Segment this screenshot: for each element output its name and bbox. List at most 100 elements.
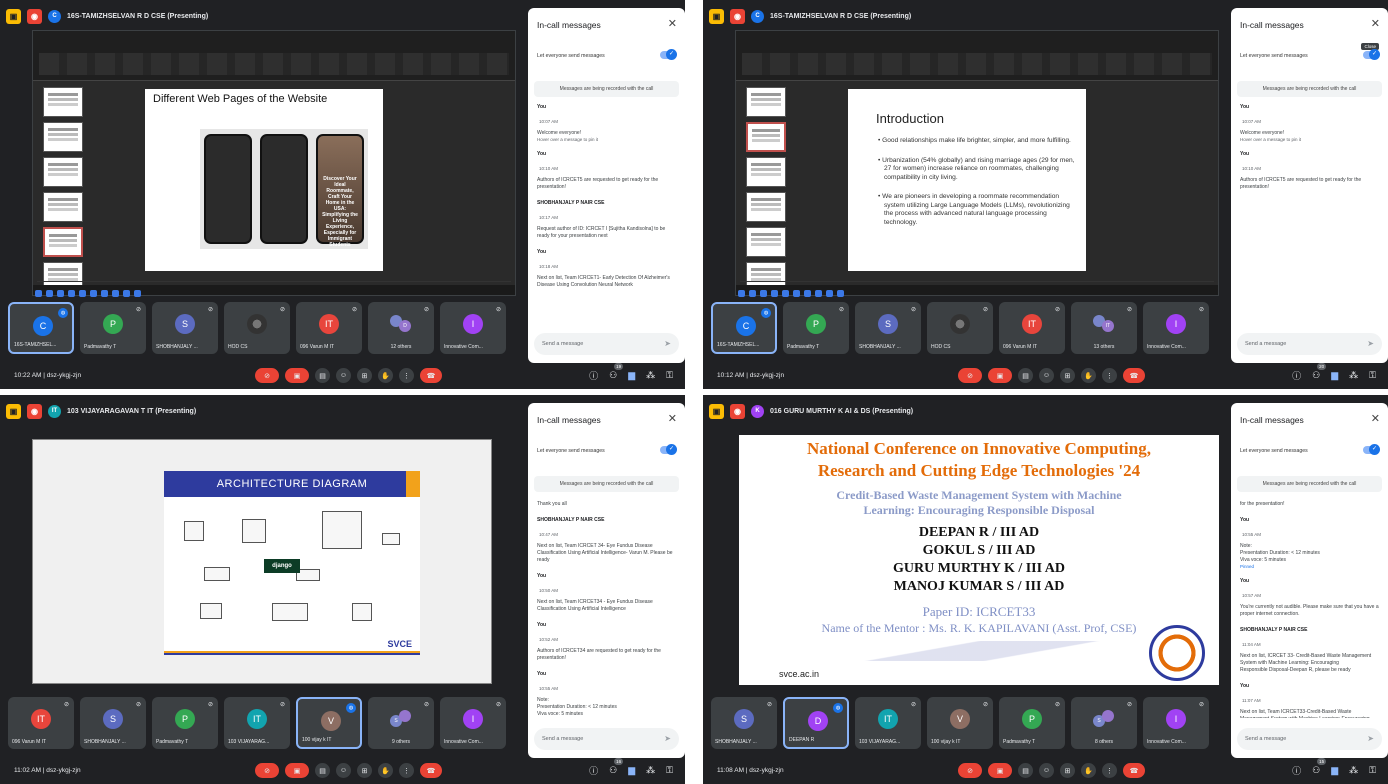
chat-message[interactable]: You 10:50 AM Next on list, Team ICRCET34 -… [537,573,678,613]
everyone-send-toggle[interactable] [660,444,677,455]
chat-message[interactable]: You 10:18 AM Next on list, Team ICRCET1- E… [537,249,678,289]
taskbar-app-icon[interactable] [57,290,64,297]
participant-tile[interactable]: ⊘ IT 096 Varun M IT [296,302,362,354]
present-icon[interactable]: ⊞ [1060,763,1075,778]
taskbar-app-icon[interactable] [123,290,130,297]
leave-call-icon[interactable]: ☎ [1123,368,1145,383]
host-controls-icon[interactable]: ⚿ [1369,765,1376,776]
people-icon[interactable]: ⚇ 16 [609,758,624,776]
mic-off-icon[interactable]: ⊘ [958,368,982,383]
host-controls-icon[interactable]: ⚿ [1369,370,1376,381]
emoji-icon[interactable]: ☺ [336,368,351,383]
send-icon[interactable]: ➤ [1367,734,1374,743]
mic-off-icon[interactable]: ⊘ [255,763,279,778]
chat-icon[interactable]: ▆ [1331,370,1338,381]
participant-tile[interactable]: ◍ D DEEPAN R [783,697,849,749]
chat-message[interactable]: Thank you all [537,501,678,508]
activities-icon[interactable]: ⁂ [646,765,655,776]
present-icon[interactable]: ⊞ [1060,368,1075,383]
chat-message[interactable]: SHOBHANJALY P NAIR CSE 10:17 AM Request au… [537,200,678,240]
participant-tile[interactable]: ⊘ S SHOBHANJALY ... [80,697,146,749]
camera-off-icon[interactable]: ▣ [285,763,309,778]
slide-thumbnail[interactable] [746,192,786,222]
more-options-icon[interactable]: ⋮ [1102,368,1117,383]
chat-message[interactable]: SHOBHANJALY P NAIR CSE 10:47 AM Next on li… [537,517,678,564]
emoji-icon[interactable]: ☺ [1039,763,1054,778]
people-icon[interactable]: ⚇ 19 [609,363,624,381]
slide-thumbnail[interactable] [43,87,83,117]
participant-tile[interactable]: ⊘ D 12 others [368,302,434,354]
chat-message[interactable]: You 10:10 AM Authors of ICRCET5 are reques… [1240,151,1381,191]
everyone-send-toggle[interactable] [660,49,677,60]
taskbar-app-icon[interactable] [826,290,833,297]
message-input[interactable]: Send a message ➤ [534,728,679,750]
taskbar-app-icon[interactable] [112,290,119,297]
taskbar-app-icon[interactable] [760,290,767,297]
chat-message[interactable]: You 10:57 AM You're currently not audible.… [1240,578,1381,618]
message-input[interactable]: Send a message ➤ [1237,333,1382,355]
people-icon[interactable]: ⚇ 20 [1312,363,1327,381]
chat-icon[interactable]: ▆ [628,370,635,381]
chat-message[interactable]: You 10:55 AM Note: Presentation Duration: … [537,671,678,718]
taskbar-app-icon[interactable] [35,290,42,297]
participant-tile[interactable]: ⊘ I Innovative Com... [440,302,506,354]
present-icon[interactable]: ⊞ [357,763,372,778]
participant-tile[interactable]: ⊘ HOD CS [927,302,993,354]
activities-icon[interactable]: ⁂ [646,370,655,381]
captions-icon[interactable]: ▤ [315,763,330,778]
taskbar-app-icon[interactable] [90,290,97,297]
taskbar-app-icon[interactable] [134,290,141,297]
participant-tile[interactable]: ⊘ P Padmavathy T [152,697,218,749]
captions-icon[interactable]: ▤ [315,368,330,383]
close-icon[interactable]: ✕ [668,17,677,30]
participant-tile[interactable]: ⊘ S 9 others [368,697,434,749]
chat-message[interactable]: You 10:52 AM Authors of ICRCET34 are reque… [537,622,678,662]
participant-tile[interactable]: ⊘ P Padmavathy T [999,697,1065,749]
send-icon[interactable]: ➤ [664,339,671,348]
taskbar-app-icon[interactable] [793,290,800,297]
participant-tile[interactable]: ⊘ IT 096 Varun M IT [999,302,1065,354]
close-icon[interactable]: ✕ [1371,17,1380,30]
camera-off-icon[interactable]: ▣ [988,763,1012,778]
raise-hand-icon[interactable]: ✋ [378,763,393,778]
chat-message[interactable]: You 10:07 AM Welcome everyone! Hover over a… [1240,104,1381,142]
message-input[interactable]: Send a message ➤ [1237,728,1382,750]
chat-message[interactable]: You 10:10 AM Authors of ICRCET5 are reques… [537,151,678,191]
leave-call-icon[interactable]: ☎ [420,763,442,778]
info-icon[interactable]: ⓘ [589,764,598,777]
participant-tile[interactable]: ◍ C 16S-TAMIZHSEL... [8,302,74,354]
participant-tile[interactable]: ⊘ V 100 vijay k IT [927,697,993,749]
taskbar-app-icon[interactable] [749,290,756,297]
participant-tile[interactable]: ⊘ P Padmavathy T [783,302,849,354]
leave-call-icon[interactable]: ☎ [1123,763,1145,778]
participant-tile[interactable]: ⊘ S 8 others [1071,697,1137,749]
more-options-icon[interactable]: ⋮ [399,368,414,383]
leave-call-icon[interactable]: ☎ [420,368,442,383]
close-icon[interactable]: ✕ [668,412,677,425]
chat-message[interactable]: for the presentation! [1240,501,1381,508]
participant-tile[interactable]: ⊘ I Innovative Com... [1143,302,1209,354]
taskbar-app-icon[interactable] [815,290,822,297]
participant-tile[interactable]: ⊘ I Innovative Com... [1143,697,1209,749]
send-icon[interactable]: ➤ [1367,339,1374,348]
slide-thumbnail[interactable] [43,192,83,222]
close-icon[interactable]: ✕ [1371,412,1380,425]
activities-icon[interactable]: ⁂ [1349,370,1358,381]
participant-tile[interactable]: ⊘ IT 13 others [1071,302,1137,354]
slide-thumbnail[interactable] [43,122,83,152]
raise-hand-icon[interactable]: ✋ [378,368,393,383]
taskbar-app-icon[interactable] [68,290,75,297]
host-controls-icon[interactable]: ⚿ [666,765,673,776]
participant-tile[interactable]: ⊘ IT 096 Varun M IT [8,697,74,749]
mic-off-icon[interactable]: ⊘ [958,763,982,778]
captions-icon[interactable]: ▤ [1018,763,1033,778]
info-icon[interactable]: ⓘ [1292,764,1301,777]
chat-message[interactable]: You 10:55 AM Note: Presentation Duration: … [1240,517,1381,569]
emoji-icon[interactable]: ☺ [1039,368,1054,383]
participant-tile[interactable]: ⊘ HOD CS [224,302,290,354]
everyone-send-toggle[interactable] [1363,49,1380,60]
taskbar-app-icon[interactable] [101,290,108,297]
taskbar-app-icon[interactable] [771,290,778,297]
taskbar-app-icon[interactable] [46,290,53,297]
taskbar-app-icon[interactable] [782,290,789,297]
